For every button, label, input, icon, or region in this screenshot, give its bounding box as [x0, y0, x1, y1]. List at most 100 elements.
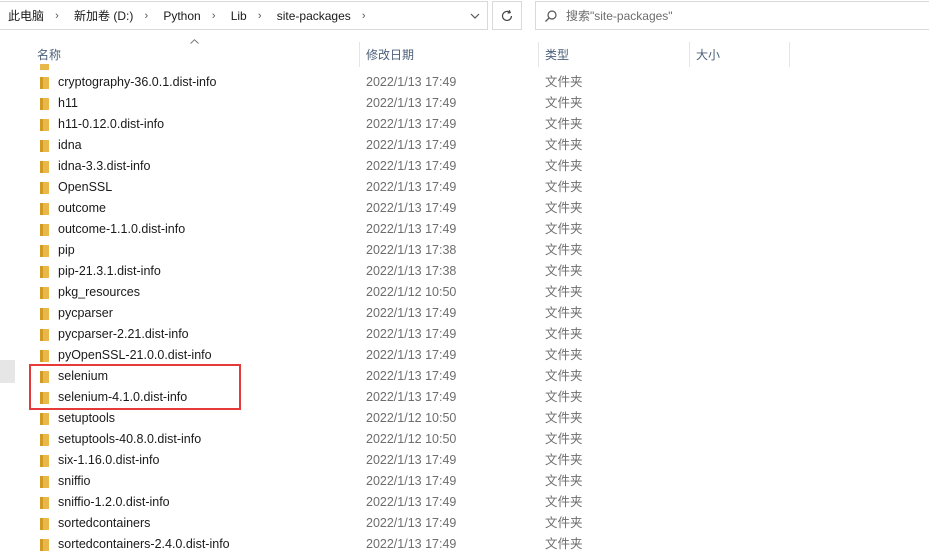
file-name: pip-21.3.1.dist-info: [58, 264, 161, 278]
file-modified-date: 2022/1/12 10:50: [366, 411, 457, 425]
search-box[interactable]: [535, 1, 929, 30]
file-modified-date: 2022/1/13 17:49: [366, 348, 457, 362]
refresh-icon: [501, 9, 513, 21]
list-item[interactable]: six-1.16.0.dist-info 2022/1/13 17:49 文件夹: [0, 450, 929, 471]
refresh-button[interactable]: [492, 1, 522, 30]
file-type: 文件夹: [545, 96, 583, 110]
file-name: idna: [58, 138, 82, 152]
breadcrumb-label: Python: [163, 8, 201, 23]
file-name: sniffio-1.2.0.dist-info: [58, 495, 170, 509]
file-type: 文件夹: [545, 201, 583, 215]
file-type: 文件夹: [545, 180, 583, 194]
breadcrumb-item-lib[interactable]: Lib ›: [223, 2, 269, 29]
list-item[interactable]: sniffio 2022/1/13 17:49 文件夹: [0, 471, 929, 492]
list-item[interactable]: selenium 2022/1/13 17:49 文件夹: [0, 366, 929, 387]
file-modified-date: 2022/1/13 17:49: [366, 390, 457, 404]
file-type: 文件夹: [545, 327, 583, 341]
file-modified-date: 2022/1/12 10:50: [366, 285, 457, 299]
file-name: h11: [58, 96, 78, 110]
file-type: 文件夹: [545, 159, 583, 173]
column-header-label: 大小: [696, 48, 721, 62]
file-type: 文件夹: [545, 222, 583, 236]
file-name: selenium-4.1.0.dist-info: [58, 390, 188, 404]
list-item[interactable]: sortedcontainers-2.4.0.dist-info 2022/1/1…: [0, 534, 929, 555]
folder-icon: [40, 392, 49, 404]
list-item[interactable]: setuptools-40.8.0.dist-info 2022/1/12 10:…: [0, 429, 929, 450]
list-item[interactable]: sniffio-1.2.0.dist-info 2022/1/13 17:49 文件…: [0, 492, 929, 513]
file-modified-date: 2022/1/13 17:49: [366, 222, 457, 236]
file-name: pycparser-2.21.dist-info: [58, 327, 189, 341]
file-type: 文件夹: [545, 411, 583, 425]
folder-icon: [40, 308, 49, 320]
column-header-date[interactable]: 修改日期: [360, 42, 539, 67]
chevron-right-icon[interactable]: ›: [355, 10, 373, 22]
list-item[interactable]: setuptools 2022/1/12 10:50 文件夹: [0, 408, 929, 429]
list-item[interactable]: pycparser-2.21.dist-info 2022/1/13 17:49 文…: [0, 324, 929, 345]
file-type: 文件夹: [545, 306, 583, 320]
breadcrumb-label: 此电脑: [8, 9, 45, 23]
folder-icon: [40, 518, 49, 530]
folder-icon: [40, 434, 49, 446]
folder-icon: [40, 329, 49, 341]
file-type: 文件夹: [545, 474, 583, 488]
file-type: 文件夹: [545, 432, 583, 446]
folder-icon: [40, 371, 49, 383]
file-type: 文件夹: [545, 390, 583, 404]
file-name: sortedcontainers: [58, 516, 151, 530]
list-item[interactable]: sortedcontainers 2022/1/13 17:49 文件夹: [0, 513, 929, 534]
list-item[interactable]: pip-21.3.1.dist-info 2022/1/13 17:38 文件夹: [0, 261, 929, 282]
chevron-right-icon[interactable]: ›: [251, 10, 269, 22]
file-type: 文件夹: [545, 117, 583, 131]
chevron-right-icon[interactable]: ›: [48, 10, 66, 22]
list-item[interactable]: pyOpenSSL-21.0.0.dist-info 2022/1/13 17:4…: [0, 345, 929, 366]
folder-icon: [40, 224, 49, 236]
list-item[interactable]: pkg_resources 2022/1/12 10:50 文件夹: [0, 282, 929, 303]
file-modified-date: 2022/1/13 17:49: [366, 516, 457, 530]
folder-icon: [40, 266, 49, 278]
chevron-right-icon[interactable]: ›: [205, 10, 223, 22]
list-item[interactable]: pycparser 2022/1/13 17:49 文件夹: [0, 303, 929, 324]
column-header-size[interactable]: 大小: [690, 42, 790, 67]
list-item[interactable]: outcome-1.1.0.dist-info 2022/1/13 17:49 文件…: [0, 219, 929, 240]
breadcrumb-item-python[interactable]: Python ›: [155, 2, 222, 29]
file-type: 文件夹: [545, 243, 583, 257]
file-type: 文件夹: [545, 495, 583, 509]
list-item[interactable]: pip 2022/1/13 17:38 文件夹: [0, 240, 929, 261]
file-modified-date: 2022/1/13 17:49: [366, 495, 457, 509]
chevron-right-icon[interactable]: ›: [137, 10, 155, 22]
list-item[interactable]: OpenSSL 2022/1/13 17:49 文件夹: [0, 177, 929, 198]
breadcrumb[interactable]: 此电脑 › 新加卷 (D:) › Python › Lib › site-pac…: [0, 1, 488, 30]
breadcrumb-item-drive[interactable]: 新加卷 (D:) ›: [66, 2, 155, 29]
file-name: idna-3.3.dist-info: [58, 159, 151, 173]
breadcrumb-item-this-pc[interactable]: 此电脑 ›: [0, 2, 66, 29]
folder-icon: [40, 64, 49, 70]
file-name: pkg_resources: [58, 285, 140, 299]
file-name: pip: [58, 243, 75, 257]
list-item[interactable]: idna 2022/1/13 17:49 文件夹: [0, 135, 929, 156]
list-item[interactable]: outcome 2022/1/13 17:49 文件夹: [0, 198, 929, 219]
list-item-partial[interactable]: [40, 64, 130, 70]
folder-icon: [40, 77, 49, 89]
file-name: outcome: [58, 201, 106, 215]
list-item[interactable]: h11-0.12.0.dist-info 2022/1/13 17:49 文件夹: [0, 114, 929, 135]
file-modified-date: 2022/1/13 17:49: [366, 453, 457, 467]
address-dropdown-button[interactable]: [465, 2, 485, 29]
folder-icon: [40, 476, 49, 488]
list-item[interactable]: h11 2022/1/13 17:49 文件夹: [0, 93, 929, 114]
address-bar: 此电脑 › 新加卷 (D:) › Python › Lib › site-pac…: [0, 0, 929, 34]
folder-icon: [40, 98, 49, 110]
file-name: setuptools: [58, 411, 115, 425]
search-input[interactable]: [566, 8, 906, 23]
file-name: cryptography-36.0.1.dist-info: [58, 75, 217, 89]
file-modified-date: 2022/1/13 17:49: [366, 117, 457, 131]
list-item[interactable]: idna-3.3.dist-info 2022/1/13 17:49 文件夹: [0, 156, 929, 177]
breadcrumb-item-site-packages[interactable]: site-packages ›: [269, 2, 373, 29]
file-name: sortedcontainers-2.4.0.dist-info: [58, 537, 230, 551]
column-header-type[interactable]: 类型: [539, 42, 690, 67]
file-type: 文件夹: [545, 453, 583, 467]
list-item[interactable]: cryptography-36.0.1.dist-info 2022/1/13 1…: [0, 72, 929, 93]
column-header-label: 名称: [37, 48, 62, 62]
list-item[interactable]: selenium-4.1.0.dist-info 2022/1/13 17:49 文…: [0, 387, 929, 408]
search-icon[interactable]: [536, 9, 566, 23]
file-type: 文件夹: [545, 369, 583, 383]
